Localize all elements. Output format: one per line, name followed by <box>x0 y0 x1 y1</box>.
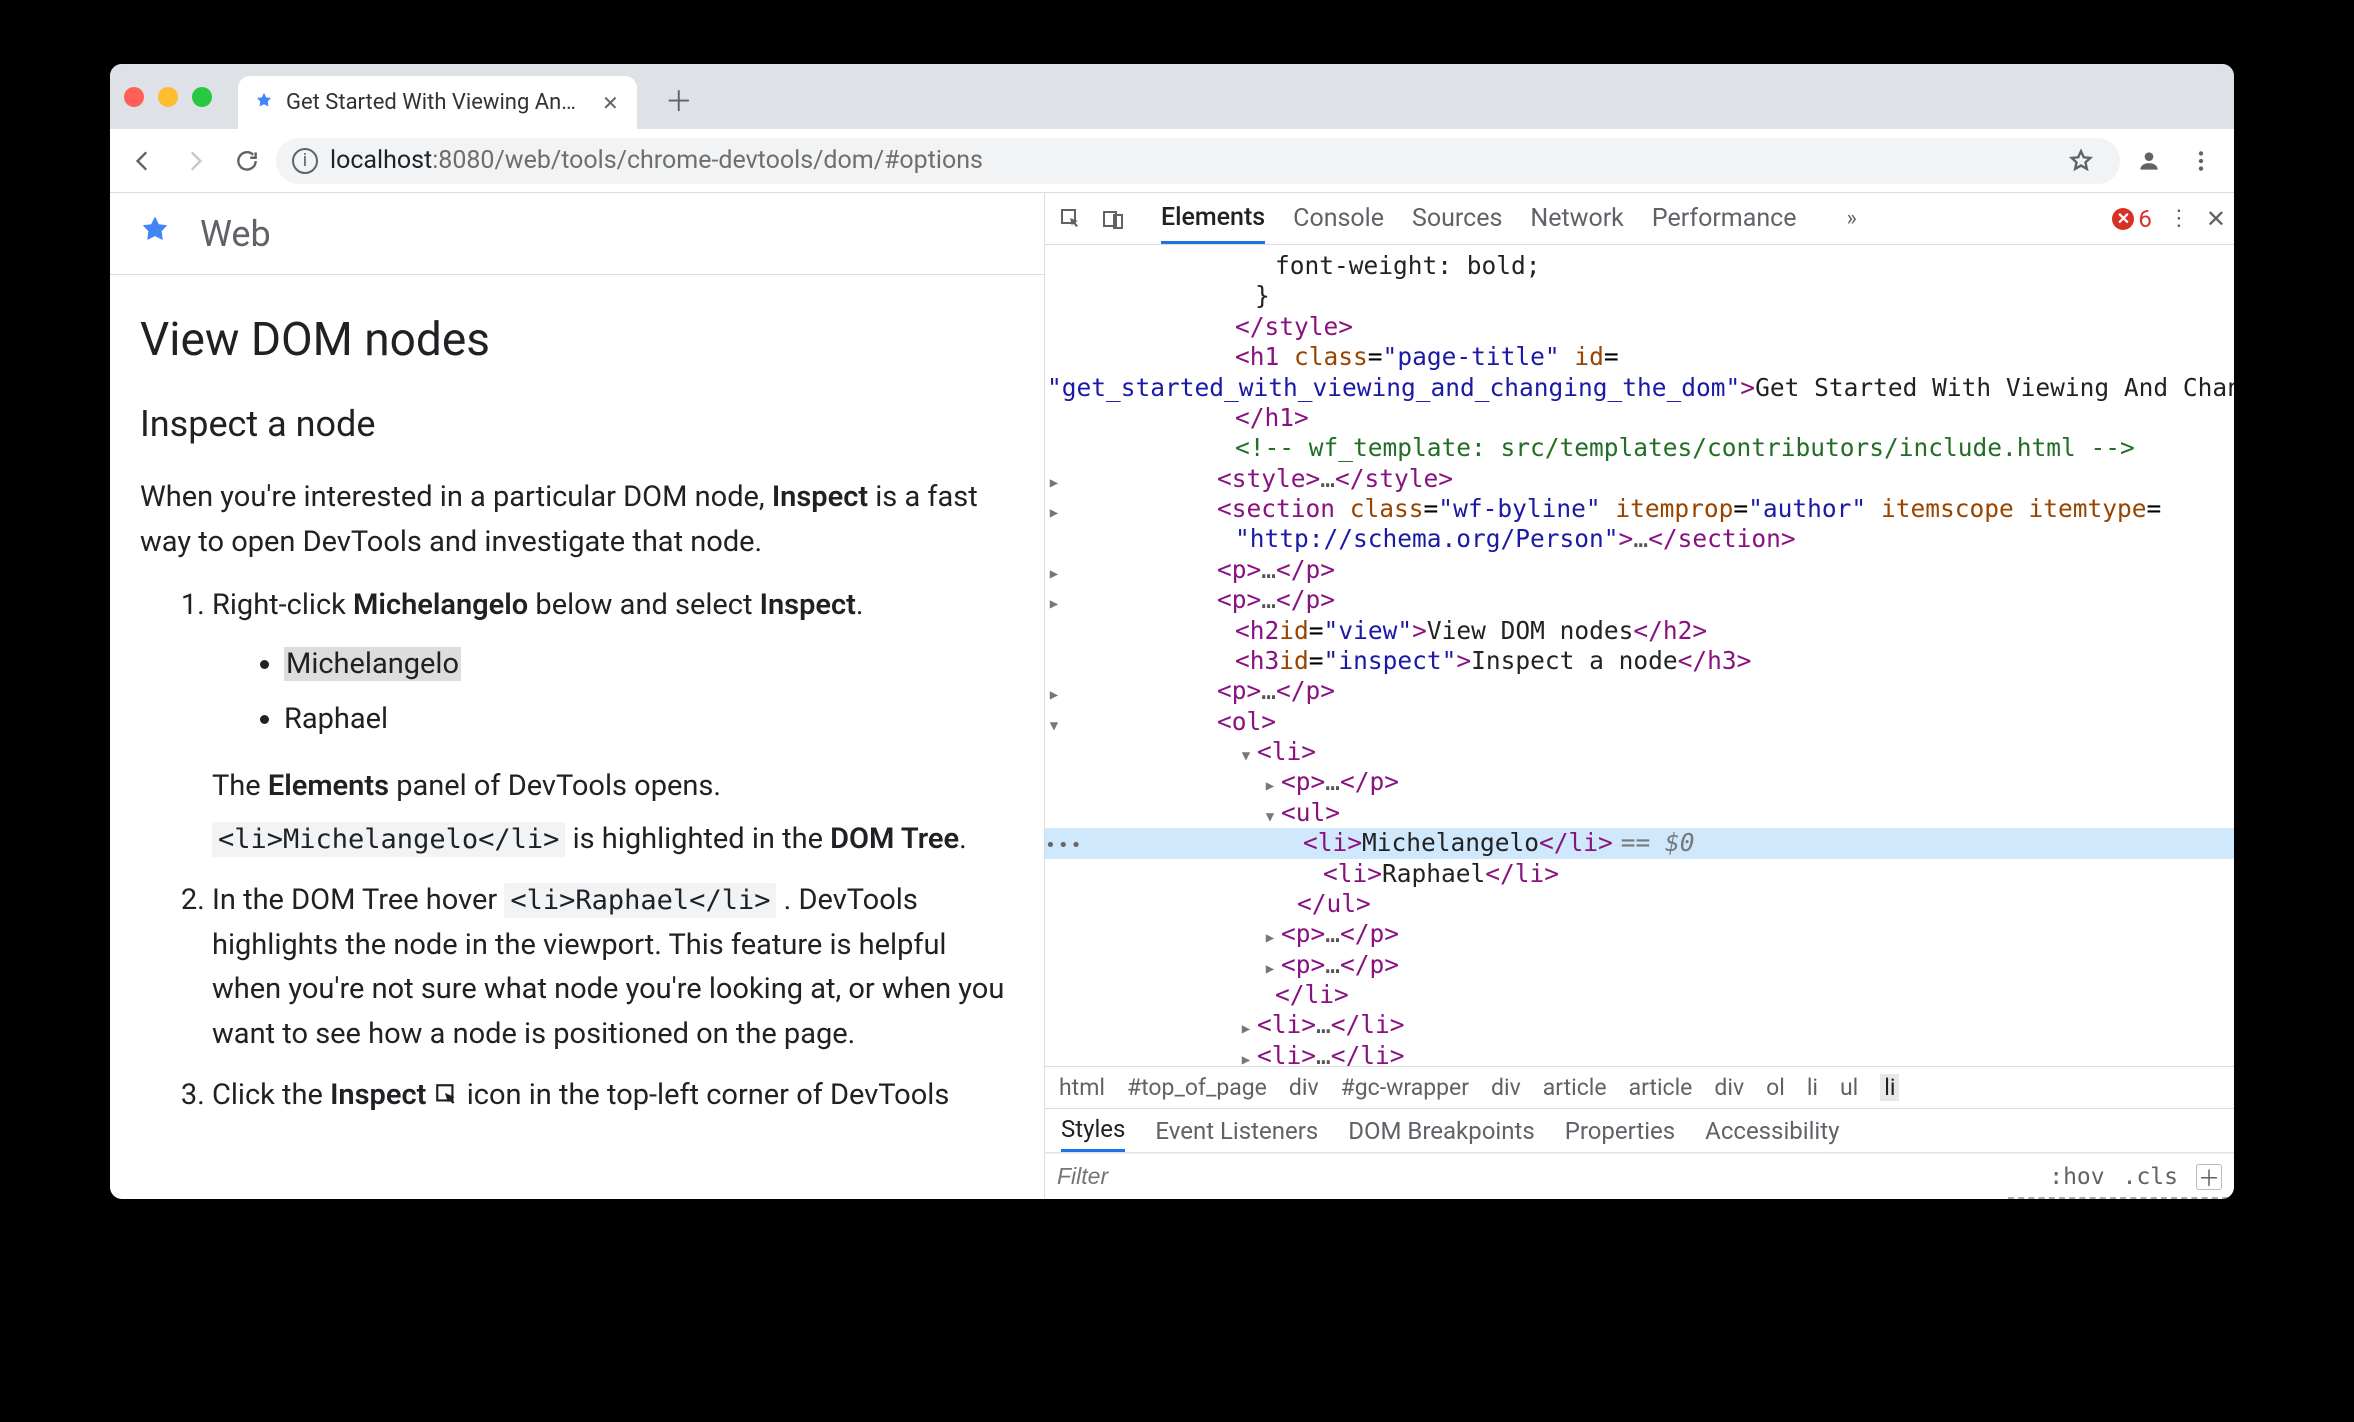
chrome-menu-icon[interactable] <box>2178 138 2224 184</box>
profile-icon[interactable] <box>2126 138 2172 184</box>
tab-sources[interactable]: Sources <box>1412 193 1502 244</box>
hov-toggle[interactable]: :hov <box>2049 1164 2104 1190</box>
inspect-cursor-icon <box>434 1078 467 1112</box>
tab-performance[interactable]: Performance <box>1652 193 1797 244</box>
page-h2: View DOM nodes <box>140 313 1014 367</box>
decoration <box>2008 1197 2228 1199</box>
address-bar[interactable]: i localhost:8080/web/tools/chrome-devtoo… <box>276 138 2120 184</box>
bookmark-star-icon[interactable] <box>2058 138 2104 184</box>
devtools-right-controls: ✕6 ⋮ ✕ <box>2112 205 2226 233</box>
window-controls <box>124 87 212 107</box>
tab-elements[interactable]: Elements <box>1161 193 1265 244</box>
close-tab-icon[interactable]: ✕ <box>602 91 619 115</box>
devtools-menu-icon[interactable]: ⋮ <box>2168 206 2190 231</box>
devtools-pane: Elements Console Sources Network Perform… <box>1045 193 2234 1199</box>
subtab-properties[interactable]: Properties <box>1565 1117 1675 1145</box>
site-info-icon[interactable]: i <box>292 148 318 174</box>
devtools-tabs: Elements Console Sources Network Perform… <box>1161 193 1857 244</box>
fullscreen-window-button[interactable] <box>192 87 212 107</box>
site-label: Web <box>200 213 271 255</box>
list-item[interactable]: Michelangelo <box>284 642 1014 687</box>
reload-button[interactable] <box>224 138 270 184</box>
dom-breadcrumb[interactable]: html #top_of_page div #gc-wrapper div ar… <box>1045 1066 2234 1108</box>
tab-title: Get Started With Viewing And C <box>286 90 586 115</box>
close-window-button[interactable] <box>124 87 144 107</box>
example-list: Michelangelo Raphael <box>212 642 1014 742</box>
step-1: Right-click Michelangelo below and selec… <box>212 583 1014 862</box>
device-toolbar-icon[interactable] <box>1095 201 1131 237</box>
favicon-icon <box>252 91 276 115</box>
toolbar: i localhost:8080/web/tools/chrome-devtoo… <box>110 129 2234 193</box>
forward-button[interactable] <box>172 138 218 184</box>
selected-dom-node[interactable]: ••• <li>Michelangelo</li> == $0 <box>1045 828 2234 858</box>
list-item[interactable]: Raphael <box>284 697 1014 742</box>
code-chip: <li>Michelangelo</li> <box>212 822 565 857</box>
tab-console[interactable]: Console <box>1293 193 1384 244</box>
site-logo-icon <box>134 213 176 255</box>
intro-paragraph: When you're interested in a particular D… <box>140 475 1014 565</box>
page-pane: Web View DOM nodes Inspect a node When y… <box>110 193 1045 1199</box>
subtab-event-listeners[interactable]: Event Listeners <box>1155 1117 1318 1145</box>
devtools-close-icon[interactable]: ✕ <box>2206 205 2226 233</box>
tab-network[interactable]: Network <box>1530 193 1623 244</box>
step-2: In the DOM Tree hover <li>Raphael</li> .… <box>212 878 1014 1058</box>
tab-active[interactable]: Get Started With Viewing And C ✕ <box>238 76 637 129</box>
page-h3: Inspect a node <box>140 403 1014 445</box>
styles-filter-row: :hov .cls ＋ <box>1045 1153 2234 1199</box>
code-chip: <li>Raphael</li> <box>504 883 776 918</box>
subtab-styles[interactable]: Styles <box>1061 1109 1125 1152</box>
page-site-header: Web <box>110 193 1044 275</box>
cls-toggle[interactable]: .cls <box>2123 1164 2178 1190</box>
minimize-window-button[interactable] <box>158 87 178 107</box>
styles-filter-input[interactable] <box>1057 1163 1237 1190</box>
url: localhost:8080/web/tools/chrome-devtools… <box>330 146 983 175</box>
new-style-rule-button[interactable]: ＋ <box>2196 1164 2222 1190</box>
titlebar: Get Started With Viewing And C ✕ ＋ <box>110 64 2234 129</box>
page-body: View DOM nodes Inspect a node When you'r… <box>110 275 1044 1134</box>
subtab-accessibility[interactable]: Accessibility <box>1705 1117 1839 1145</box>
inspect-element-icon[interactable] <box>1053 201 1089 237</box>
step-3: Click the Inspect icon in the top-left c… <box>212 1073 1014 1118</box>
tabs-overflow-icon[interactable]: » <box>1846 206 1856 231</box>
error-count[interactable]: ✕6 <box>2112 205 2152 233</box>
dom-tree[interactable]: font-weight: bold; } </style> <h1 class=… <box>1045 245 2234 1066</box>
back-button[interactable] <box>120 138 166 184</box>
subtab-dom-breakpoints[interactable]: DOM Breakpoints <box>1348 1117 1534 1145</box>
new-tab-button[interactable]: ＋ <box>665 80 693 120</box>
steps-list: Right-click Michelangelo below and selec… <box>140 583 1014 1118</box>
devtools-toolbar: Elements Console Sources Network Perform… <box>1045 193 2234 245</box>
styles-panel: Styles Event Listeners DOM Breakpoints P… <box>1045 1108 2234 1199</box>
styles-sub-tabs: Styles Event Listeners DOM Breakpoints P… <box>1045 1109 2234 1153</box>
content-area: Web View DOM nodes Inspect a node When y… <box>110 193 2234 1199</box>
browser-window: Get Started With Viewing And C ✕ ＋ i loc… <box>110 64 2234 1199</box>
